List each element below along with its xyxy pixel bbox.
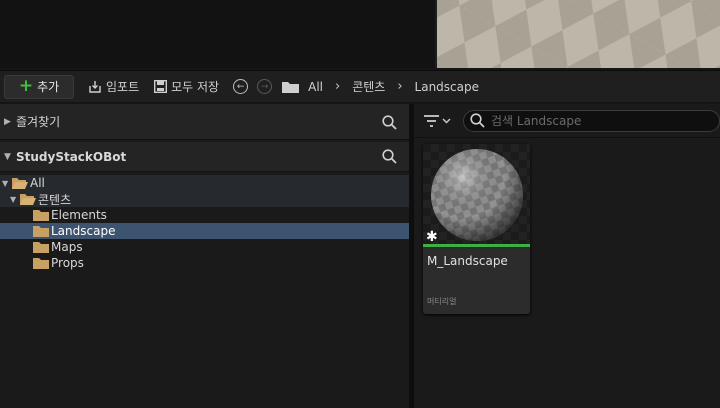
folder-icon <box>33 209 49 221</box>
chevron-right-icon: › <box>397 79 403 94</box>
favorites-header[interactable]: ▶ 즐겨찾기 <box>0 104 409 140</box>
tree-item-content[interactable]: ▼ 콘텐츠 <box>0 191 409 207</box>
tree-item-maps[interactable]: Maps <box>0 239 409 255</box>
project-header[interactable]: ▼ StudyStackOBot <box>0 142 409 172</box>
save-all-label: 모두 저장 <box>171 80 220 94</box>
tree-label: Landscape <box>51 224 116 238</box>
save-icon <box>153 80 167 94</box>
save-all-button[interactable]: 모두 저장 <box>153 78 219 95</box>
folder-icon <box>33 225 49 237</box>
tree-item-props[interactable]: Props <box>0 255 409 271</box>
sources-panel: ▶ 즐겨찾기 ▼ StudyStackOBot ▼ All ▼ 콘텐츠 Elem… <box>0 104 409 408</box>
breadcrumb-content[interactable]: 콘텐츠 <box>352 78 385 95</box>
tree-label: Elements <box>51 208 107 222</box>
search-icon[interactable] <box>382 149 397 167</box>
material-thumbnail <box>423 144 530 244</box>
caret-down-icon: ▼ <box>10 194 17 204</box>
chevron-right-icon: › <box>335 79 341 94</box>
chevron-down-icon <box>442 118 451 123</box>
caret-right-icon: ▶ <box>4 116 11 127</box>
filter-icon[interactable] <box>424 114 451 127</box>
unsaved-asterisk-icon: ✱ <box>426 229 438 245</box>
caret-down-icon: ▼ <box>2 178 9 188</box>
project-title: StudyStackOBot <box>16 149 127 164</box>
tree-item-all[interactable]: ▼ All <box>0 175 409 191</box>
add-button[interactable]: + 추가 <box>4 74 74 99</box>
folder-tree: ▼ All ▼ 콘텐츠 Elements Landscape Maps Prop… <box>0 172 409 271</box>
asset-tile[interactable]: ✱ M_Landscape 머티리얼 <box>423 144 530 314</box>
add-button-label: 추가 <box>37 80 60 94</box>
tree-label: Props <box>51 256 84 270</box>
search-icon <box>470 113 485 128</box>
plus-icon: + <box>18 76 34 96</box>
folder-icon <box>282 80 300 93</box>
folder-open-icon <box>20 193 36 205</box>
asset-view-panel: 검색 Landscape ✱ M_Landscape 머티리얼 <box>414 104 720 408</box>
level-viewport[interactable] <box>0 0 720 68</box>
caret-down-icon: ▼ <box>4 151 11 162</box>
import-label: 임포트 <box>106 80 140 94</box>
tree-item-elements[interactable]: Elements <box>0 207 409 223</box>
content-browser-toolbar: + 추가 임포트 모두 저장 ← → All › 콘텐츠 › Landscape <box>0 70 720 102</box>
asset-name: M_Landscape <box>427 254 508 268</box>
asset-type: 머티리얼 <box>427 297 457 306</box>
filter-bar: 검색 Landscape <box>414 104 720 138</box>
folder-icon <box>33 257 49 269</box>
viewport-preview <box>435 0 720 68</box>
search-icon[interactable] <box>382 115 397 133</box>
asset-search-input[interactable]: 검색 Landscape <box>463 109 720 132</box>
tree-label: All <box>30 176 45 190</box>
forward-arrow-icon[interactable]: → <box>257 79 273 94</box>
tree-label: Maps <box>51 240 83 254</box>
tree-label: 콘텐츠 <box>38 192 72 207</box>
folder-open-icon <box>12 177 28 189</box>
back-arrow-icon[interactable]: ← <box>233 79 249 94</box>
search-placeholder: 검색 Landscape <box>491 114 582 128</box>
breadcrumb-all[interactable]: All <box>308 80 323 94</box>
tree-item-landscape[interactable]: Landscape <box>0 223 409 239</box>
import-icon <box>88 80 102 94</box>
favorites-title: 즐겨찾기 <box>16 115 61 129</box>
breadcrumb-landscape[interactable]: Landscape <box>415 80 479 94</box>
import-button[interactable]: 임포트 <box>88 78 139 95</box>
folder-icon <box>33 241 49 253</box>
asset-type-color-bar <box>423 244 530 247</box>
